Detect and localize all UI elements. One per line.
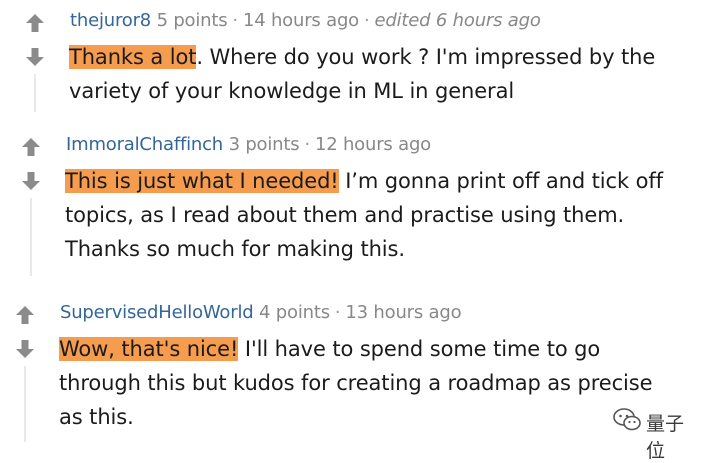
author-link[interactable]: ImmoralChaffinch [66,134,223,155]
separator: · [304,134,310,155]
comment-line: topics, as I read about them and practis… [65,203,625,227]
points-count: 5 points [156,10,228,31]
comment-text: I'll have to spend some time to go [238,337,601,361]
comment-line: Thanks a lot. Where do you work ? I'm im… [69,40,655,74]
wechat-icon [612,407,642,437]
downvote-icon[interactable] [20,170,42,194]
comment-text: I’m gonna print off and tick off [338,169,663,193]
timestamp[interactable]: 12 hours ago [315,134,431,155]
downvote-icon[interactable] [14,338,36,362]
edited-timestamp: edited 6 hours ago [374,10,541,31]
comment-text: . Where do you work ? I'm impressed by t… [196,45,656,69]
upvote-icon[interactable] [14,304,36,328]
author-link[interactable]: thejuror8 [70,10,151,31]
comment-line: Thanks so much for making this. [65,237,405,261]
timestamp[interactable]: 14 hours ago [243,10,359,31]
vote-arrows [24,12,46,72]
highlighted-text: Thanks a lot [69,45,197,69]
points-count: 4 points [259,302,330,323]
downvote-icon[interactable] [24,46,46,70]
upvote-icon[interactable] [20,136,42,160]
highlighted-text: This is just what I needed! [65,169,339,193]
comment-body: This is just what I needed! I’m gonna pr… [65,164,663,266]
thread-line[interactable] [30,198,32,276]
watermark-text: 量子位 [646,413,685,462]
upvote-icon[interactable] [24,12,46,36]
comment-line: variety of your knowledge in ML in gener… [69,79,515,103]
comment-line: Wow, that's nice! I'll have to spend som… [59,332,652,366]
comment-body: Thanks a lot. Where do you work ? I'm im… [69,40,655,108]
points-count: 3 points [228,134,300,155]
vote-arrows [14,304,36,364]
thread-line[interactable] [24,366,26,442]
vote-arrows [20,136,42,196]
comment-line: This is just what I needed! I’m gonna pr… [65,164,663,198]
separator: · [363,10,370,31]
comment-meta: thejuror8 5 points · 14 hours ago · edited 6… [70,10,541,31]
comment-line: as this. [59,405,134,429]
author-link[interactable]: SupervisedHelloWorld [60,302,254,323]
comment-meta: SupervisedHelloWorld 4 points · 13 hours a… [60,302,462,323]
comment-body: Wow, that's nice! I'll have to spend som… [59,332,653,434]
comment-meta: ImmoralChaffinch 3 points · 12 hours ago [66,134,431,155]
thread-line[interactable] [34,74,36,112]
watermark: 量子位 [612,403,702,462]
timestamp[interactable]: 13 hours ago [345,302,461,323]
separator: · [334,302,341,323]
separator: · [232,10,238,31]
comment-line: through this but kudos for creating a ro… [59,371,653,395]
highlighted-text: Wow, that's nice! [59,337,239,361]
